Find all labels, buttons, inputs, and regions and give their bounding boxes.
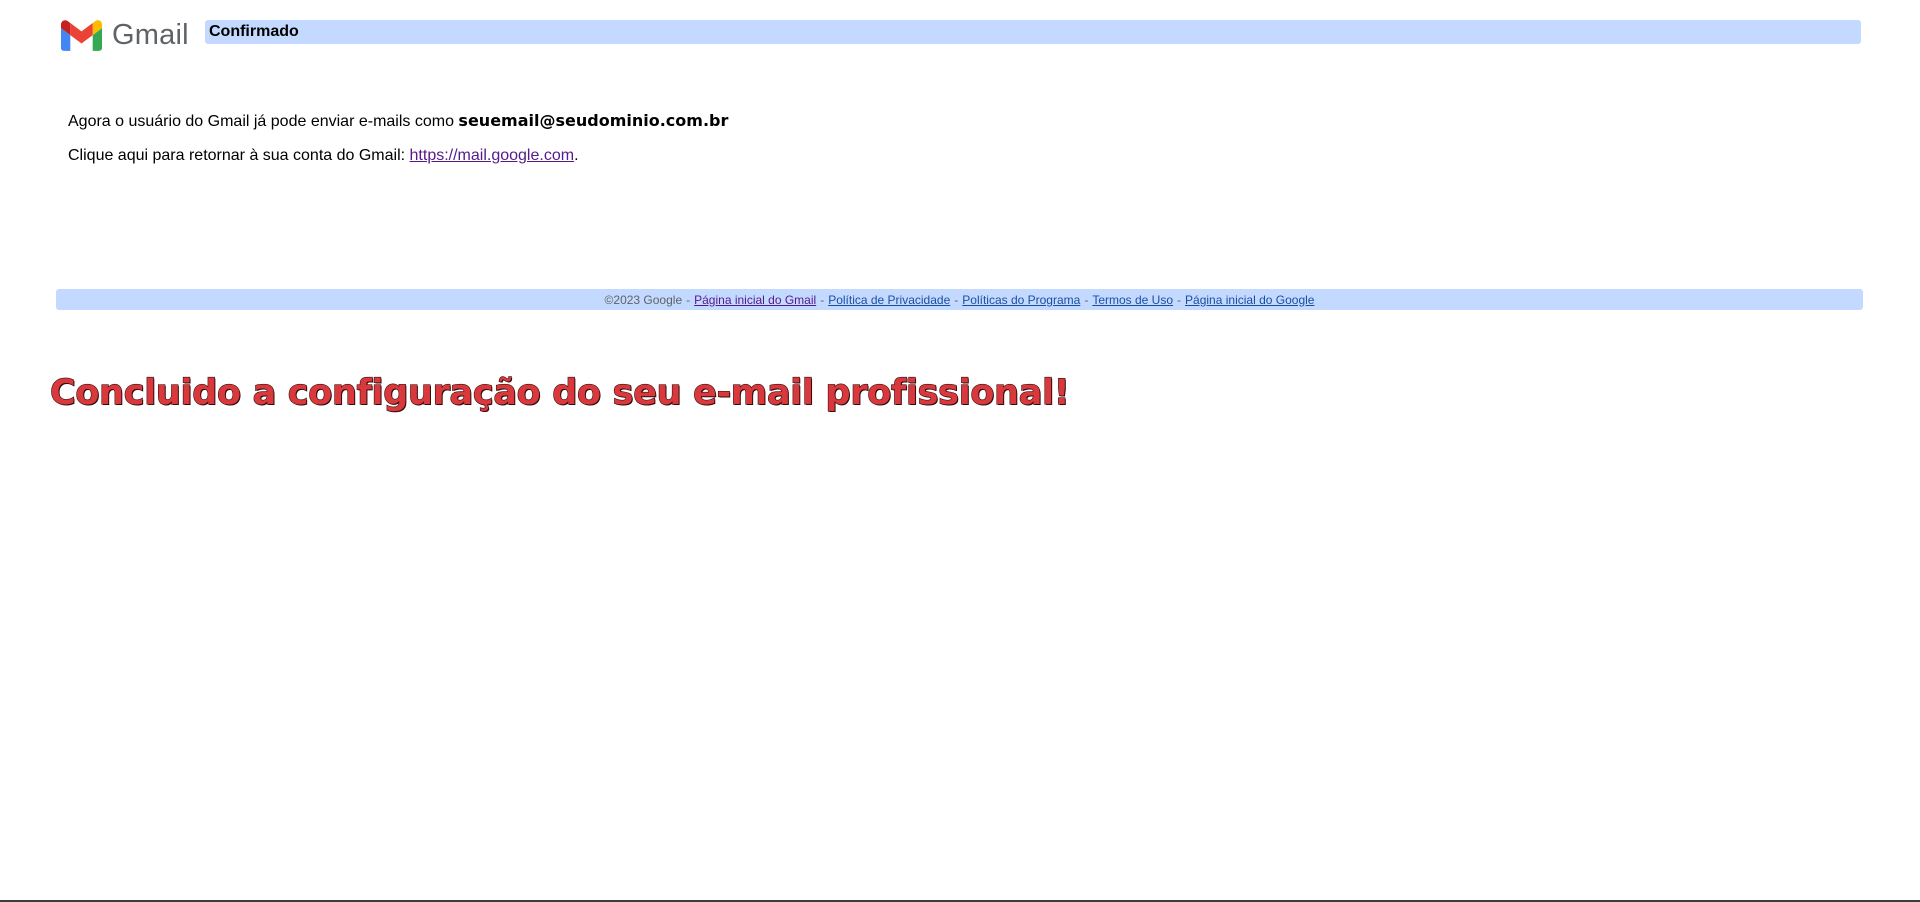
footer-link-program-policies[interactable]: Políticas do Programa	[962, 293, 1080, 307]
return-text: Clique aqui para retornar à sua conta do…	[68, 147, 410, 165]
footer-separator: -	[820, 292, 825, 307]
footer-separator: -	[686, 292, 691, 307]
footer-link-google-home[interactable]: Página inicial do Google	[1185, 293, 1314, 307]
title-bar: Confirmado	[205, 20, 1861, 44]
confirmation-text: Agora o usuário do Gmail já pode enviar …	[68, 113, 459, 130]
footer-link-terms[interactable]: Termos de Uso	[1092, 293, 1173, 307]
footer-copyright: ©2023 Google	[604, 292, 683, 307]
page-title: Confirmado	[209, 23, 299, 40]
gmail-logo-text: Gmail	[112, 18, 189, 51]
return-message: Clique aqui para retornar à sua conta do…	[68, 146, 728, 165]
page: Gmail Confirmado Agora o usuário do Gmai…	[0, 0, 1920, 902]
main-content: Agora o usuário do Gmail já pode enviar …	[68, 111, 728, 165]
return-suffix: .	[574, 147, 579, 165]
footer-link-gmail-home[interactable]: Página inicial do Gmail	[694, 293, 816, 307]
gmail-logo[interactable]: Gmail	[61, 18, 189, 52]
footer: ©2023 Google - Página inicial do Gmail -…	[56, 289, 1863, 310]
footer-separator: -	[1084, 292, 1089, 307]
confirmed-email: seuemail@seudominio.com.br	[458, 111, 729, 130]
confirmation-message: Agora o usuário do Gmail já pode enviar …	[68, 111, 728, 131]
overlay-caption: Concluido a configuração do seu e-mail p…	[49, 372, 1070, 413]
footer-separator: -	[954, 292, 959, 307]
gmail-m-icon	[61, 19, 102, 51]
footer-separator: -	[1177, 292, 1182, 307]
gmail-return-link[interactable]: https://mail.google.com	[410, 147, 575, 164]
footer-link-privacy[interactable]: Política de Privacidade	[828, 293, 950, 307]
